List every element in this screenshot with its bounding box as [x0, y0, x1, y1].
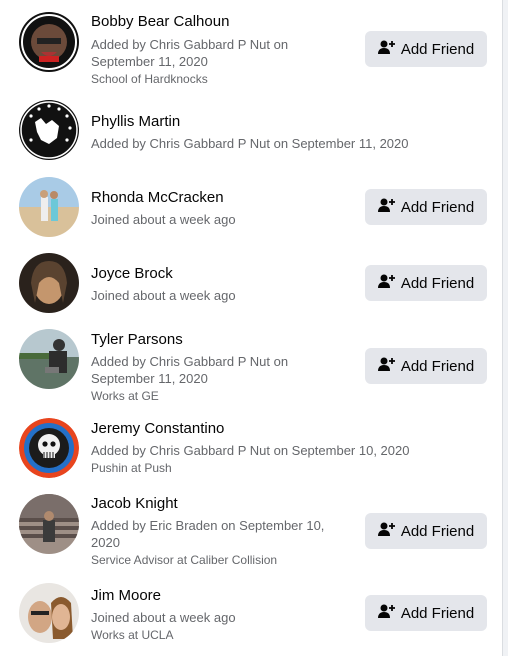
member-joined: Joined about a week ago — [91, 288, 236, 303]
member-info: Bobby Bear Calhoun Added by Chris Gabbar… — [91, 12, 341, 87]
add-friend-button[interactable]: Add Friend — [365, 189, 487, 225]
group-members-panel: Bobby Bear Calhoun Added by Chris Gabbar… — [0, 0, 503, 656]
member-detail: Works at GE — [91, 389, 159, 403]
member-row: Jim Moore Joined about a week ago Works … — [0, 583, 503, 653]
avatar[interactable] — [19, 583, 79, 643]
member-row: Tyler Parsons Added by Chris Gabbard P N… — [0, 328, 503, 408]
member-name[interactable]: Jeremy Constantino — [91, 419, 491, 439]
member-joined: Joined about a week ago — [91, 212, 236, 227]
avatar[interactable] — [19, 12, 79, 72]
member-joined: Joined about a week ago — [91, 610, 236, 625]
add-friend-icon — [377, 522, 395, 541]
member-added-by: Added by Chris Gabbard P Nut on Septembe… — [91, 37, 289, 69]
member-info: Jacob Knight Added by Eric Braden on Sep… — [91, 494, 341, 568]
member-row: Jacob Knight Added by Eric Braden on Sep… — [0, 493, 503, 573]
add-friend-icon — [377, 198, 395, 217]
member-name[interactable]: Jim Moore — [91, 586, 341, 606]
member-row: Phyllis Martin Added by Chris Gabbard P … — [0, 100, 503, 164]
add-friend-label: Add Friend — [400, 40, 475, 58]
member-name[interactable]: Jacob Knight — [91, 494, 341, 514]
member-detail: Pushin at Push — [91, 461, 172, 475]
add-friend-icon — [377, 274, 395, 293]
member-name[interactable]: Bobby Bear Calhoun — [91, 12, 341, 32]
member-added-by: Added by Chris Gabbard P Nut on Septembe… — [91, 443, 410, 458]
member-name[interactable]: Phyllis Martin — [91, 112, 491, 132]
member-info: Jim Moore Joined about a week ago Works … — [91, 586, 341, 643]
add-friend-label: Add Friend — [400, 274, 475, 292]
member-info: Joyce Brock Joined about a week ago — [91, 264, 341, 304]
add-friend-icon — [377, 604, 395, 623]
add-friend-button[interactable]: Add Friend — [365, 595, 487, 631]
add-friend-button[interactable]: Add Friend — [365, 31, 487, 67]
avatar[interactable] — [19, 418, 79, 478]
member-row: Joyce Brock Joined about a week ago Add … — [0, 253, 503, 317]
avatar[interactable] — [19, 494, 79, 554]
member-detail: Service Advisor at Caliber Collision — [91, 553, 278, 567]
member-info: Phyllis Martin Added by Chris Gabbard P … — [91, 112, 491, 152]
member-info: Rhonda McCracken Joined about a week ago — [91, 188, 341, 228]
add-friend-button[interactable]: Add Friend — [365, 348, 487, 384]
member-info: Jeremy Constantino Added by Chris Gabbar… — [91, 419, 491, 476]
avatar[interactable] — [19, 329, 79, 389]
add-friend-icon — [377, 40, 395, 59]
member-added-by: Added by Eric Braden on September 10, 20… — [91, 518, 325, 550]
member-name[interactable]: Joyce Brock — [91, 264, 341, 284]
member-row: Jeremy Constantino Added by Chris Gabbar… — [0, 416, 503, 480]
member-info: Tyler Parsons Added by Chris Gabbard P N… — [91, 330, 341, 404]
member-added-by: Added by Chris Gabbard P Nut on Septembe… — [91, 354, 289, 386]
add-friend-icon — [377, 357, 395, 376]
member-row: Bobby Bear Calhoun Added by Chris Gabbar… — [0, 10, 503, 90]
member-detail: Works at UCLA — [91, 628, 174, 642]
avatar[interactable] — [19, 253, 79, 313]
member-detail: School of Hardknocks — [91, 72, 208, 86]
member-name[interactable]: Tyler Parsons — [91, 330, 341, 350]
add-friend-label: Add Friend — [400, 357, 475, 375]
add-friend-label: Add Friend — [400, 522, 475, 540]
add-friend-button[interactable]: Add Friend — [365, 513, 487, 549]
avatar[interactable] — [19, 177, 79, 237]
member-row: Rhonda McCracken Joined about a week ago… — [0, 177, 503, 241]
member-name[interactable]: Rhonda McCracken — [91, 188, 341, 208]
add-friend-label: Add Friend — [400, 198, 475, 216]
add-friend-label: Add Friend — [400, 604, 475, 622]
avatar[interactable] — [19, 100, 79, 160]
add-friend-button[interactable]: Add Friend — [365, 265, 487, 301]
member-added-by: Added by Chris Gabbard P Nut on Septembe… — [91, 136, 409, 151]
